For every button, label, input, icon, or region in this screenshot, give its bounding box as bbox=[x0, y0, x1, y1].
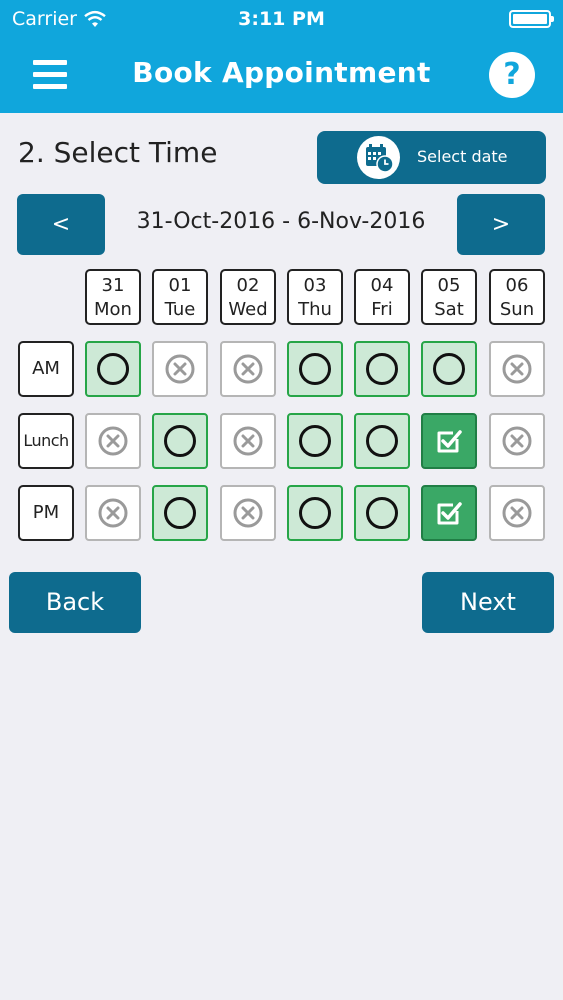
day-number: 02 bbox=[236, 275, 260, 296]
section-title: 2. Select Time bbox=[18, 136, 218, 169]
time-slot-cell[interactable] bbox=[220, 485, 276, 541]
day-header: 04 Fri bbox=[354, 269, 410, 325]
time-slot-cell[interactable] bbox=[287, 341, 343, 397]
calendar-icon bbox=[357, 136, 400, 179]
back-button[interactable]: Back bbox=[9, 572, 141, 633]
unavailable-x-icon bbox=[502, 354, 532, 384]
available-circle-icon bbox=[366, 425, 398, 457]
select-date-label: Select date bbox=[417, 147, 508, 166]
day-header: 02 Wed bbox=[220, 269, 276, 325]
time-slot-cell[interactable] bbox=[421, 413, 477, 469]
time-slot-cell[interactable] bbox=[85, 413, 141, 469]
day-name: Tue bbox=[164, 299, 196, 320]
app-header: Carrier 3:11 PM Book Appointment ? bbox=[0, 0, 563, 113]
week-range: 31-Oct-2016 - 6-Nov-2016 bbox=[136, 209, 426, 234]
time-slot-cell[interactable] bbox=[152, 413, 208, 469]
available-circle-icon bbox=[164, 425, 196, 457]
day-header: 05 Sat bbox=[421, 269, 477, 325]
unavailable-x-icon bbox=[233, 426, 263, 456]
row-label-lunch: Lunch bbox=[18, 413, 74, 469]
time-slot-cell[interactable] bbox=[354, 413, 410, 469]
time-slot-cell[interactable] bbox=[152, 341, 208, 397]
time-slot-cell[interactable] bbox=[287, 485, 343, 541]
available-circle-icon bbox=[299, 425, 331, 457]
unavailable-x-icon bbox=[502, 426, 532, 456]
time-slot-cell[interactable] bbox=[152, 485, 208, 541]
unavailable-x-icon bbox=[98, 498, 128, 528]
day-number: 06 bbox=[505, 275, 529, 296]
time-slot-cell[interactable] bbox=[220, 413, 276, 469]
checkbox-checked-icon bbox=[437, 430, 462, 453]
navigation-bar: Book Appointment ? bbox=[0, 40, 563, 113]
time-slot-cell[interactable] bbox=[489, 413, 545, 469]
day-header: 03 Thu bbox=[287, 269, 343, 325]
day-name: Fri bbox=[371, 299, 393, 320]
available-circle-icon bbox=[299, 497, 331, 529]
time-slot-cell[interactable] bbox=[489, 341, 545, 397]
day-number: 04 bbox=[370, 275, 394, 296]
unavailable-x-icon bbox=[502, 498, 532, 528]
time-slot-cell[interactable] bbox=[85, 485, 141, 541]
available-circle-icon bbox=[97, 353, 129, 385]
unavailable-x-icon bbox=[233, 498, 263, 528]
select-date-button[interactable]: Select date bbox=[317, 131, 546, 184]
battery-icon bbox=[509, 10, 554, 28]
time-slot-cell[interactable] bbox=[421, 341, 477, 397]
day-number: 05 bbox=[437, 275, 461, 296]
row-label-pm: PM bbox=[18, 485, 74, 541]
unavailable-x-icon bbox=[165, 354, 195, 384]
unavailable-x-icon bbox=[233, 354, 263, 384]
time-slot-cell[interactable] bbox=[489, 485, 545, 541]
next-week-button[interactable]: > bbox=[457, 194, 545, 255]
previous-week-button[interactable]: < bbox=[17, 194, 105, 255]
time-slot-cell[interactable] bbox=[354, 485, 410, 541]
available-circle-icon bbox=[164, 497, 196, 529]
available-circle-icon bbox=[366, 353, 398, 385]
time-slot-cell[interactable] bbox=[421, 485, 477, 541]
time-slot-cell[interactable] bbox=[85, 341, 141, 397]
unavailable-x-icon bbox=[98, 426, 128, 456]
available-circle-icon bbox=[299, 353, 331, 385]
time-slot-cell[interactable] bbox=[354, 341, 410, 397]
day-header: 06 Sun bbox=[489, 269, 545, 325]
status-time: 3:11 PM bbox=[238, 8, 325, 30]
day-number: 31 bbox=[101, 275, 125, 296]
row-label-am: AM bbox=[18, 341, 74, 397]
day-header: 31 Mon bbox=[85, 269, 141, 325]
status-bar: Carrier 3:11 PM bbox=[0, 0, 563, 40]
day-name: Wed bbox=[228, 299, 268, 320]
day-name: Sun bbox=[499, 299, 535, 320]
next-button[interactable]: Next bbox=[422, 572, 554, 633]
page-title: Book Appointment bbox=[132, 56, 431, 89]
help-icon[interactable]: ? bbox=[489, 52, 535, 98]
available-circle-icon bbox=[366, 497, 398, 529]
day-name: Sat bbox=[434, 299, 464, 320]
day-name: Mon bbox=[94, 299, 132, 320]
time-slot-cell[interactable] bbox=[220, 341, 276, 397]
time-slot-cell[interactable] bbox=[287, 413, 343, 469]
checkbox-checked-icon bbox=[437, 502, 462, 525]
day-number: 03 bbox=[303, 275, 327, 296]
day-header: 01 Tue bbox=[152, 269, 208, 325]
day-name: Thu bbox=[298, 299, 332, 320]
available-circle-icon bbox=[433, 353, 465, 385]
day-number: 01 bbox=[168, 275, 192, 296]
